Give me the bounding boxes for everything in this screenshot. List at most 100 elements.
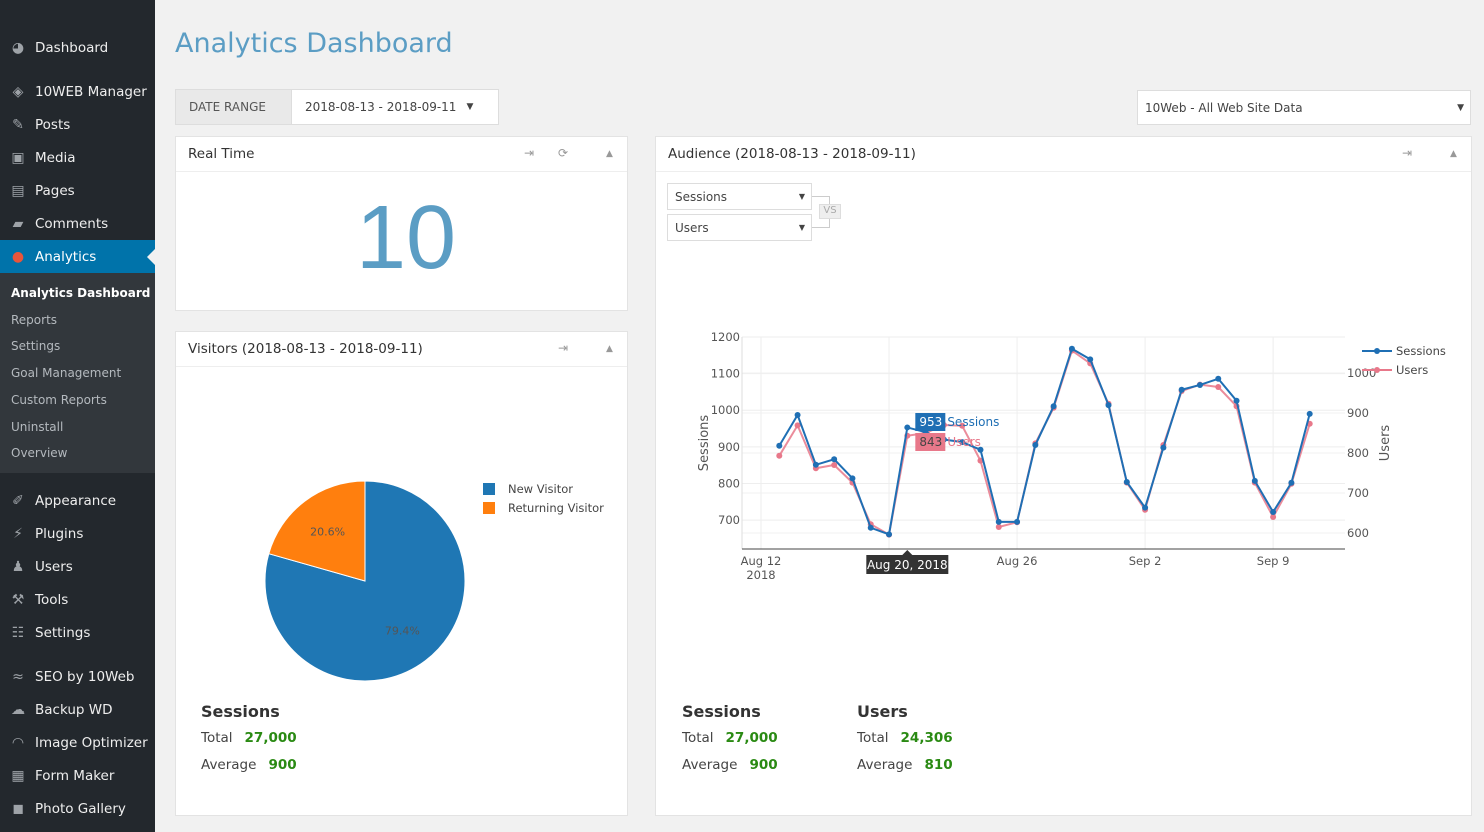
data-point-sessions xyxy=(1178,386,1185,393)
data-point-sessions xyxy=(794,411,801,418)
panel-title: Audience (2018-08-13 - 2018-09-11) xyxy=(668,146,916,162)
analytics-icon: ● xyxy=(11,248,25,265)
sidebar-item-10web-manager[interactable]: ◈ 10WEB Manager xyxy=(0,75,155,108)
data-point-sessions xyxy=(1288,479,1295,486)
sidebar-item-users[interactable]: ♟ Users xyxy=(0,550,155,583)
data-point-sessions xyxy=(995,518,1002,525)
pie-label: 79.4% xyxy=(385,624,420,637)
legend-label: Users xyxy=(1396,363,1428,377)
data-point-sessions xyxy=(1215,375,1222,382)
sidebar-item-label: Image Optimizer xyxy=(35,734,148,751)
legend-marker xyxy=(1374,367,1380,373)
submenu-item[interactable]: Goal Management xyxy=(11,366,121,380)
y-tick-label: 900 xyxy=(718,440,740,454)
data-point-sessions xyxy=(867,524,874,531)
sidebar-item-media[interactable]: ▣ Media xyxy=(0,141,155,174)
date-range-value[interactable]: 2018-08-13 - 2018-09-11 ▼ xyxy=(292,90,498,124)
sidebar-item-image-optimizer[interactable]: ◠ Image Optimizer xyxy=(0,726,155,759)
sessions-heading: Sessions xyxy=(201,702,280,721)
cloud-icon: ☁ xyxy=(11,701,25,718)
comment-icon: ▰ xyxy=(12,215,24,232)
data-point-sessions xyxy=(1050,403,1057,410)
sidebar-item-analytics[interactable]: ● Analytics xyxy=(0,240,155,273)
pin-icon: ✎ xyxy=(12,116,24,133)
sidebar-item-photo-gallery[interactable]: ◼ Photo Gallery xyxy=(0,792,155,825)
sidebar-item-seo-by-10web[interactable]: ≈ SEO by 10Web xyxy=(0,660,155,693)
y2-axis-title: Users xyxy=(1378,425,1393,462)
sessions-total: Total 27,000 xyxy=(682,730,778,746)
export-icon[interactable]: ⇥ xyxy=(558,341,568,355)
x-tick-label: Aug 12 xyxy=(741,554,782,568)
date-range-picker[interactable]: DATE RANGE 2018-08-13 - 2018-09-11 ▼ xyxy=(175,89,499,125)
data-point-sessions xyxy=(1123,478,1130,485)
sidebar-item-label: SEO by 10Web xyxy=(35,668,135,685)
x-tick-label: Aug 26 xyxy=(997,554,1038,568)
y2-tick-label: 600 xyxy=(1347,526,1369,540)
legend-label: Sessions xyxy=(1396,344,1446,358)
sidebar-item-label: 10WEB Manager xyxy=(35,83,147,100)
sessions-heading: Sessions xyxy=(682,702,761,721)
y-tick-label: 1200 xyxy=(711,330,740,344)
sidebar-item-appearance[interactable]: ✐ Appearance xyxy=(0,484,155,517)
sidebar-item-label: Users xyxy=(35,558,73,575)
sidebar-item-tools[interactable]: ⚒ Tools xyxy=(0,583,155,616)
gallery-icon: ◼ xyxy=(12,800,24,817)
y2-tick-label: 700 xyxy=(1347,486,1369,500)
seo-icon: ≈ xyxy=(12,668,24,685)
collapse-icon[interactable]: ▲ xyxy=(606,344,613,354)
site-select[interactable]: 10Web - All Web Site Data ▼ xyxy=(1137,90,1471,125)
tooltip-sessions-value: 953 xyxy=(919,415,942,429)
data-point-sessions xyxy=(1233,397,1240,404)
caret-down-icon: ▼ xyxy=(466,102,474,112)
data-point-sessions xyxy=(1032,442,1039,449)
sidebar-item-plugins[interactable]: ⚡ Plugins xyxy=(0,517,155,550)
realtime-value: 10 xyxy=(356,188,457,288)
users-total: Total 24,306 xyxy=(857,730,953,746)
submenu-item[interactable]: Uninstall xyxy=(11,420,63,434)
sidebar-item-backup-wd[interactable]: ☁ Backup WD xyxy=(0,693,155,726)
users-average: Average 810 xyxy=(857,757,953,773)
sidebar-item-form-maker[interactable]: ▦ Form Maker xyxy=(0,759,155,792)
submenu-item[interactable]: Overview xyxy=(11,446,68,460)
analytics-submenu: Analytics Dashboard Reports Settings Goal M… xyxy=(0,273,155,473)
export-icon[interactable]: ⇥ xyxy=(524,146,534,160)
sidebar-item-label: Media xyxy=(35,149,76,166)
export-icon[interactable]: ⇥ xyxy=(1402,146,1412,160)
pie-label: 20.6% xyxy=(310,526,345,539)
tooltip-users-label: Users xyxy=(947,435,981,449)
metric2-select[interactable]: Users ▼ xyxy=(667,214,812,241)
submenu-item[interactable]: Settings xyxy=(11,339,60,353)
refresh-icon[interactable]: ⟳ xyxy=(558,146,568,160)
data-point-sessions xyxy=(1306,410,1313,417)
audience-line-chart: 700 800 900 1000 1100 1200 600 700 800 900 1000 Aug… xyxy=(697,330,1446,582)
submenu-item[interactable]: Analytics Dashboard xyxy=(11,286,150,300)
data-point-sessions xyxy=(1068,345,1075,352)
sidebar-item-posts[interactable]: ✎ Posts xyxy=(0,108,155,141)
sidebar-item-pages[interactable]: ▤ Pages xyxy=(0,174,155,207)
data-point-sessions xyxy=(812,461,819,468)
data-point-sessions xyxy=(904,424,911,431)
x-tick-label: Sep 2 xyxy=(1129,554,1162,568)
sidebar-item-dashboard[interactable]: ◕ Dashboard xyxy=(0,31,155,64)
y2-tick-label: 800 xyxy=(1347,446,1369,460)
tooltip-date-arrow xyxy=(902,550,913,555)
tooltip-sessions-label: Sessions xyxy=(947,415,999,429)
sessions-total: Total 27,000 xyxy=(201,730,297,746)
data-point-sessions xyxy=(1142,504,1149,511)
submenu-item[interactable]: Reports xyxy=(11,313,57,327)
realtime-panel: Real Time ⇥ ⟳ ▲ 10 xyxy=(175,136,628,311)
sidebar-item-label: Settings xyxy=(35,624,91,641)
date-range-label: DATE RANGE xyxy=(176,90,292,124)
data-point-sessions xyxy=(1087,356,1094,363)
legend-swatch xyxy=(483,483,495,495)
sidebar-item-settings[interactable]: ☷ Settings xyxy=(0,616,155,649)
y-tick-label: 1100 xyxy=(711,367,740,381)
sidebar-item-label: Dashboard xyxy=(35,39,109,56)
collapse-icon[interactable]: ▲ xyxy=(606,149,613,159)
sidebar-item-comments[interactable]: ▰ Comments xyxy=(0,207,155,240)
metric1-select[interactable]: Sessions ▼ xyxy=(667,183,812,210)
collapse-icon[interactable]: ▲ xyxy=(1450,149,1457,159)
submenu-item[interactable]: Custom Reports xyxy=(11,393,107,407)
data-point-sessions xyxy=(849,475,856,482)
sidebar-item-label: Photo Gallery xyxy=(35,800,126,817)
